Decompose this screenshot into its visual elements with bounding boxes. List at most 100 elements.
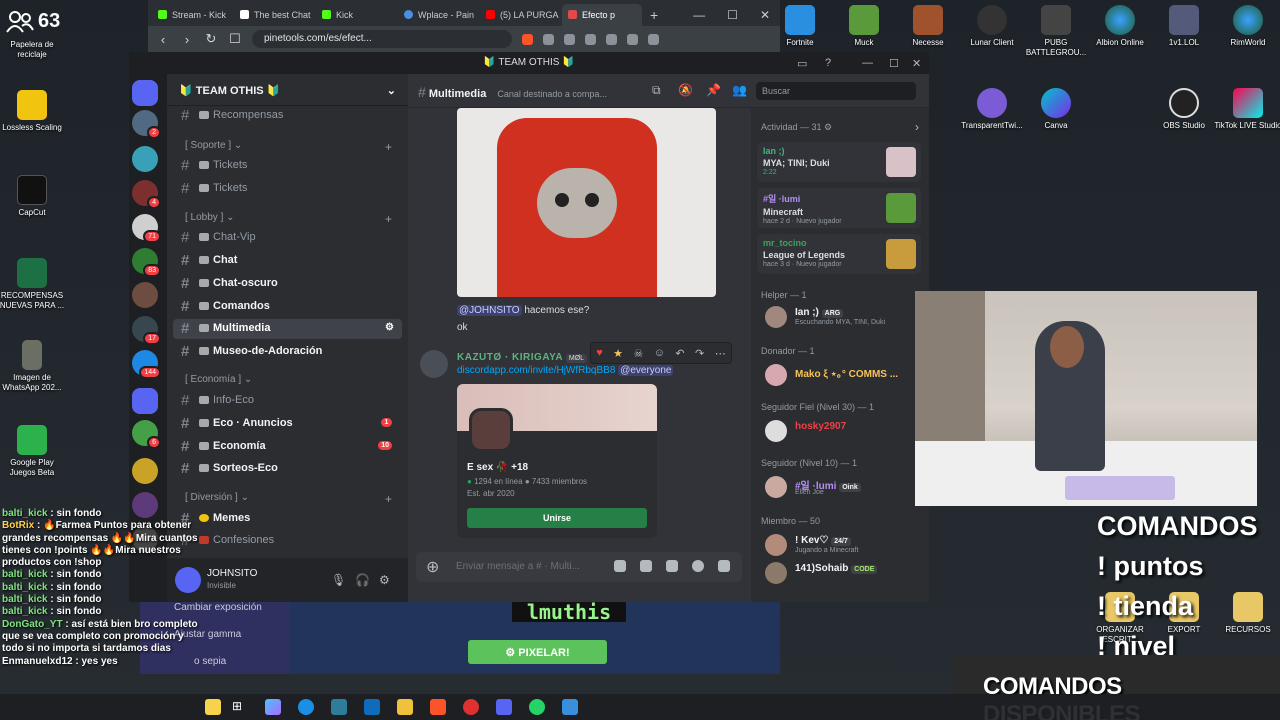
store-icon[interactable]: [331, 699, 347, 715]
channel-eco-anuncios[interactable]: # Eco · Anuncios 1: [173, 414, 402, 434]
server-icon[interactable]: 83: [132, 248, 161, 277]
extension-icon[interactable]: [585, 33, 596, 45]
help-icon[interactable]: ?: [825, 57, 831, 69]
gift-icon[interactable]: [614, 560, 626, 572]
canva-icon[interactable]: Canva: [1021, 88, 1091, 131]
member-item[interactable]: 141)Sohaib CODE: [765, 560, 925, 584]
invite-link[interactable]: discordapp.com/invite/HjWfRbqBB8: [457, 365, 615, 376]
url-bar[interactable]: pinetools.com/es/efect...: [252, 30, 512, 48]
member-item[interactable]: hosky2907: [765, 418, 925, 442]
tab-youtube[interactable]: (5) LA PURGA: [480, 4, 560, 26]
category-lobby[interactable]: [ Lobby ] ⌄ +: [185, 212, 392, 226]
skull-icon[interactable]: ☠: [633, 347, 643, 360]
server-icon[interactable]: 6: [132, 420, 161, 449]
pixelar-button[interactable]: ⚙ PIXELAR!: [468, 640, 607, 664]
user-mention[interactable]: @JOHNSITO: [457, 305, 522, 316]
maximize-icon[interactable]: ☐: [889, 57, 899, 70]
microphone-icon[interactable]: 🎙: [331, 573, 346, 587]
outlook-icon[interactable]: [364, 699, 380, 715]
excel-file-icon[interactable]: RECOMPENSAS NUEVAS PARA ...: [0, 258, 67, 311]
inbox-icon[interactable]: ▭: [797, 57, 807, 70]
activity-card[interactable]: Ian ;) MYA; TINI; Duki 2:22: [757, 142, 921, 182]
tab-best-chat[interactable]: The best Chat: [234, 4, 314, 26]
member-item[interactable]: ! Kev♡ 24/7 Jugando a Minecraft: [765, 532, 925, 556]
emoji-icon[interactable]: [692, 560, 704, 572]
add-channel-icon[interactable]: +: [385, 140, 392, 154]
extension-icon[interactable]: [543, 33, 554, 45]
channel-museo-de-adoracion[interactable]: # Museo-de-Adoración: [173, 342, 402, 362]
server-icon[interactable]: [132, 146, 158, 172]
channel-recompensas[interactable]: # Recompensas: [173, 106, 402, 126]
server-icon[interactable]: [132, 282, 158, 308]
channel-multimedia[interactable]: # Multimedia ⚙: [173, 319, 402, 339]
channel-memes[interactable]: # Memes: [173, 509, 402, 529]
search-input[interactable]: Buscar: [756, 82, 916, 100]
lunar-client-icon[interactable]: Lunar Client: [957, 5, 1027, 48]
chevron-right-icon[interactable]: ›: [915, 120, 919, 134]
server-icon[interactable]: 71: [132, 214, 161, 243]
folder-icon[interactable]: [132, 388, 158, 414]
activity-card[interactable]: #일 ·lumi Minecraft hace 2 d · Nuevo juga…: [757, 188, 921, 228]
add-attachment-icon[interactable]: ⊕: [426, 557, 439, 577]
bookmark-icon[interactable]: ☐: [228, 31, 242, 47]
albion-online-icon[interactable]: Albion Online: [1085, 5, 1155, 48]
obs-studio-icon[interactable]: OBS Studio: [1149, 88, 1219, 131]
minimize-icon[interactable]: —: [693, 8, 705, 22]
channel-confesiones[interactable]: # Confesiones: [173, 531, 402, 551]
brave-shield-icon[interactable]: [522, 33, 533, 45]
member-item[interactable]: Ian ;) ARG Escuchando MYA, TINI, Duki: [765, 304, 925, 328]
add-channel-icon[interactable]: +: [385, 492, 392, 506]
server-icon[interactable]: 4: [132, 180, 161, 209]
channel-tickets-02[interactable]: # Tickets: [173, 179, 402, 199]
server-icon[interactable]: 2: [132, 110, 161, 139]
members-icon[interactable]: 👥: [732, 83, 747, 97]
menu-icon[interactable]: [648, 33, 659, 45]
gear-icon[interactable]: ⚙: [385, 322, 394, 333]
google-play-games-icon[interactable]: Google Play Juegos Beta: [0, 425, 67, 478]
muck-icon[interactable]: Muck: [829, 5, 899, 48]
server-icon[interactable]: 17: [132, 316, 161, 345]
channel-tickets[interactable]: # Tickets: [173, 156, 402, 176]
member-item[interactable]: #일 ·lumi Oink Ellen Joe: [765, 474, 925, 498]
headphones-icon[interactable]: 🎧: [355, 573, 370, 587]
1v1lol-icon[interactable]: 1v1.LOL: [1149, 5, 1219, 48]
tab-efecto-pixelar[interactable]: Efecto p: [562, 4, 642, 26]
category-economia[interactable]: [ Economía ] ⌄: [185, 374, 252, 385]
author-name[interactable]: KAZUTØ · KIRIGAYA: [457, 352, 563, 363]
gif-icon[interactable]: [640, 560, 652, 572]
channel-economia[interactable]: # Economía 10: [173, 437, 402, 457]
tab-wplace[interactable]: Wplace - Pain: [398, 4, 478, 26]
gear-icon[interactable]: ⚙: [379, 573, 390, 587]
whatsapp-image-icon[interactable]: Imagen de WhatsApp 202...: [0, 340, 67, 393]
bell-off-icon[interactable]: 🔕: [678, 83, 693, 97]
pubg-icon[interactable]: PUBG BATTLEGROU...: [1021, 5, 1091, 58]
server-icon[interactable]: [132, 458, 158, 484]
forward-icon[interactable]: ›: [180, 32, 194, 47]
edge-icon[interactable]: [298, 699, 314, 715]
app-icon[interactable]: [562, 699, 578, 715]
necesse-icon[interactable]: Necesse: [893, 5, 963, 48]
whatsapp-icon[interactable]: [529, 699, 545, 715]
new-tab-button[interactable]: +: [644, 7, 664, 26]
reply-icon[interactable]: ↶: [675, 347, 684, 360]
channel-sorteos-eco[interactable]: # Sorteos-Eco: [173, 459, 402, 479]
server-header[interactable]: 🔰 TEAM OTHIS 🔰 ⌄: [167, 74, 408, 106]
discord-home-icon[interactable]: [132, 80, 158, 106]
add-channel-icon[interactable]: +: [385, 212, 392, 226]
close-icon[interactable]: ✕: [760, 8, 770, 22]
member-item[interactable]: Mako ξ ⋆｡° COMMS ...: [765, 362, 925, 386]
download-icon[interactable]: [606, 33, 617, 45]
message-composer[interactable]: ⊕ Enviar mensaje a # · Multi...: [416, 552, 742, 582]
opera-gx-icon[interactable]: [463, 699, 479, 715]
channel-chat[interactable]: # Chat: [173, 251, 402, 271]
copilot-app-icon[interactable]: [265, 699, 281, 715]
wallet-icon[interactable]: [627, 33, 638, 45]
activities-icon[interactable]: [718, 560, 730, 572]
channel-info-eco[interactable]: # Info-Eco: [173, 391, 402, 411]
transparent-twitch-icon[interactable]: TransparentTwi...: [957, 88, 1027, 131]
discord-icon[interactable]: [496, 699, 512, 715]
join-button[interactable]: Unirse: [467, 508, 647, 528]
tab-stream-kick[interactable]: Stream - Kick: [152, 4, 232, 26]
tiktok-live-icon[interactable]: TikTok LIVE Studio: [1213, 88, 1280, 131]
heart-icon[interactable]: ♥: [596, 347, 603, 359]
